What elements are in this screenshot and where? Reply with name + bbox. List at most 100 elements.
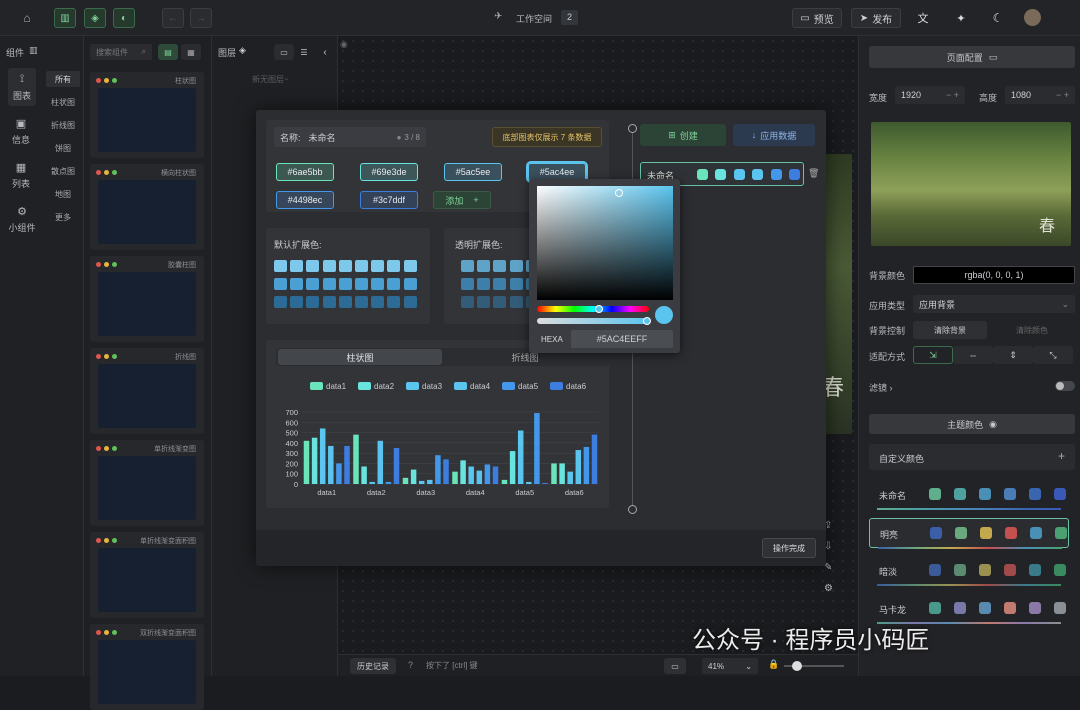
eye-icon[interactable]: ◉ <box>340 39 348 50</box>
magic-wand-icon[interactable]: ✦ <box>952 9 970 27</box>
avatar[interactable] <box>1024 9 1041 26</box>
help-icon[interactable]: ? <box>408 660 413 670</box>
preview-button[interactable]: ▭ 预览 <box>792 8 842 28</box>
config-toggle-button[interactable]: ◐ <box>113 8 135 28</box>
ext-color-swatch[interactable] <box>355 296 368 308</box>
add-icon[interactable]: + <box>1058 449 1065 463</box>
card-view-button[interactable]: ▤ <box>158 44 178 60</box>
clear-color-button[interactable]: 清除颜色 <box>995 321 1069 339</box>
home-icon[interactable]: ⌂ <box>18 9 36 27</box>
ext-color-swatch[interactable] <box>338 260 352 272</box>
sub-item-more[interactable]: 更多 <box>46 209 80 225</box>
redo-button[interactable]: → <box>190 8 212 28</box>
ext-color-swatch[interactable] <box>509 260 523 272</box>
ext-color-swatch[interactable] <box>274 278 287 290</box>
nav-item-widgets[interactable]: ⚙ 小组件 <box>2 200 42 238</box>
ext-color-swatch[interactable] <box>387 278 401 290</box>
search-input[interactable]: 搜索组件 ⌕ <box>90 44 152 60</box>
filter-label[interactable]: 滤镜 › <box>869 381 893 394</box>
undo-button[interactable]: ← <box>162 8 184 28</box>
apply-data-button[interactable]: ↓ 应用数据 <box>733 124 815 146</box>
layer-toggle-button[interactable]: ◈ <box>84 8 106 28</box>
minimap-icon[interactable]: ▭ <box>664 658 686 674</box>
ext-color-swatch[interactable] <box>306 296 320 308</box>
ext-color-swatch[interactable] <box>306 278 320 290</box>
name-field[interactable]: 名称: 未命名 ● 3 / 8 <box>274 127 426 147</box>
ext-color-swatch[interactable] <box>493 260 507 272</box>
saturation-handle[interactable] <box>615 189 623 197</box>
theme-color-button[interactable]: 主题颜色 ◉ <box>869 414 1075 434</box>
moon-icon[interactable]: ☾ <box>989 9 1007 27</box>
color-chip[interactable]: #69e3de <box>360 163 418 181</box>
filter-toggle[interactable] <box>1055 381 1075 391</box>
zoom-select[interactable]: 41% ⌄ <box>702 658 758 674</box>
fit-none-button[interactable]: ⤡ <box>1033 346 1073 364</box>
ext-color-swatch[interactable] <box>387 260 401 272</box>
theme-row[interactable]: 暗淡 <box>869 556 1069 586</box>
publish-button[interactable]: ➤ 发布 <box>851 8 901 28</box>
component-card[interactable]: 单折线渐变图 <box>90 440 204 526</box>
sub-item-bar[interactable]: 柱状图 <box>46 94 80 110</box>
ext-color-swatch[interactable] <box>338 278 352 290</box>
ext-color-swatch[interactable] <box>290 260 304 272</box>
ext-color-swatch[interactable] <box>338 296 352 308</box>
hue-slider[interactable] <box>537 306 649 312</box>
sub-item-map[interactable]: 地图 <box>46 186 80 202</box>
ext-color-swatch[interactable] <box>403 296 417 308</box>
ext-color-swatch[interactable] <box>322 296 336 308</box>
color-chip[interactable]: #3c7ddf <box>360 191 418 209</box>
sub-item-scatter[interactable]: 散点图 <box>46 163 80 179</box>
ext-color-swatch[interactable] <box>371 260 385 272</box>
color-chip[interactable]: #6ae5bb <box>276 163 334 181</box>
lock-icon[interactable]: 🔒 <box>768 659 779 670</box>
ext-color-swatch[interactable] <box>477 296 491 308</box>
done-button[interactable]: 操作完成 <box>762 538 816 558</box>
ext-color-swatch[interactable] <box>355 278 368 290</box>
component-card[interactable]: 柱状图 <box>90 72 204 158</box>
zoom-slider-handle[interactable] <box>792 661 802 671</box>
height-input[interactable]: 1080− + <box>1005 86 1075 104</box>
alpha-handle[interactable] <box>643 317 651 325</box>
custom-color-row[interactable]: 自定义颜色 + <box>869 444 1075 470</box>
ext-color-swatch[interactable] <box>290 278 304 290</box>
component-card[interactable]: 单折线渐变面积图 <box>90 532 204 618</box>
theme-row[interactable]: 明亮 <box>869 518 1069 549</box>
color-chip[interactable]: #4498ec <box>276 191 334 209</box>
ext-color-swatch[interactable] <box>493 278 507 290</box>
ext-color-swatch[interactable] <box>371 278 385 290</box>
ext-color-swatch[interactable] <box>306 260 320 272</box>
sub-item-all[interactable]: 所有 <box>46 71 80 87</box>
ext-color-swatch[interactable] <box>461 278 474 290</box>
layer-thumb-view-button[interactable]: ▭ <box>274 44 294 60</box>
theme-row[interactable]: 未命名 <box>869 480 1069 510</box>
ext-color-swatch[interactable] <box>274 296 287 308</box>
ext-color-swatch[interactable] <box>493 296 507 308</box>
ext-color-swatch[interactable] <box>477 260 491 272</box>
settings-icon[interactable]: ⚙ <box>824 583 833 594</box>
workspace-number[interactable]: 2 <box>561 10 578 25</box>
width-input[interactable]: 1920− + <box>895 86 965 104</box>
alpha-slider[interactable] <box>537 318 649 324</box>
clear-icon[interactable]: ● <box>397 133 402 142</box>
language-icon[interactable]: 文 <box>914 9 932 27</box>
ext-color-swatch[interactable] <box>274 260 287 272</box>
component-card[interactable]: 胶囊柱图 <box>90 256 204 342</box>
grid-view-button[interactable]: ▦ <box>181 44 201 60</box>
component-card[interactable]: 折线图 <box>90 348 204 434</box>
ext-color-swatch[interactable] <box>509 278 523 290</box>
ext-color-swatch[interactable] <box>403 278 417 290</box>
fit-full-button[interactable]: ⇕ <box>993 346 1033 364</box>
ext-color-swatch[interactable] <box>461 296 474 308</box>
nav-item-info[interactable]: ▣ 信息 <box>4 112 38 150</box>
page-config-button[interactable]: 页面配置 ▭ <box>869 46 1075 68</box>
ext-color-swatch[interactable] <box>509 296 523 308</box>
history-button[interactable]: 历史记录 <box>350 658 396 674</box>
bg-color-input[interactable]: rgba(0, 0, 0, 1) <box>913 266 1075 284</box>
add-color-button[interactable]: 添加 + <box>433 191 491 209</box>
hexa-input[interactable]: #5AC4EEFF <box>571 330 673 348</box>
ext-color-swatch[interactable] <box>290 296 304 308</box>
saturation-area[interactable] <box>537 186 673 300</box>
ext-color-swatch[interactable] <box>461 260 474 272</box>
nav-item-charts[interactable]: ⟟ 图表 <box>8 68 36 106</box>
sub-item-pie[interactable]: 饼图 <box>46 140 80 156</box>
